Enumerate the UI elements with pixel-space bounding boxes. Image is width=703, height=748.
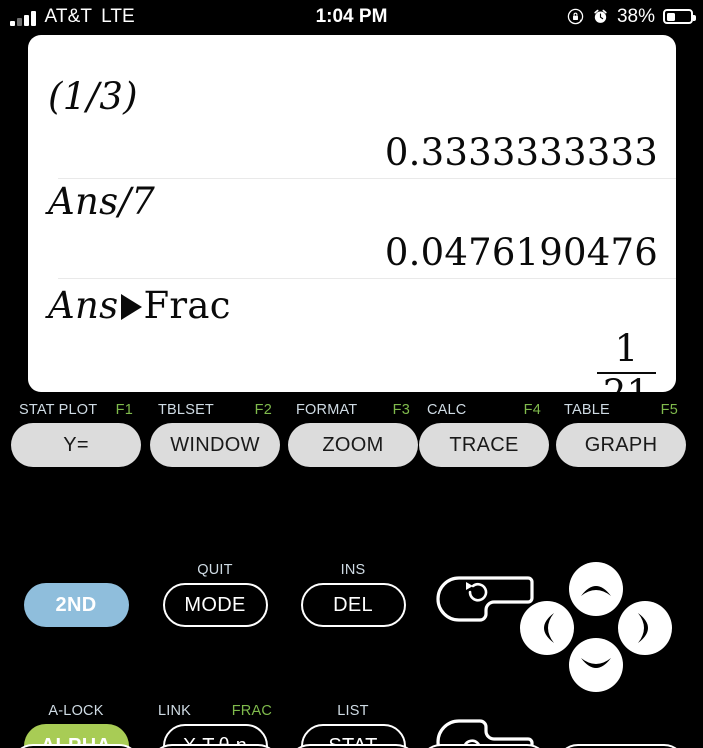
sublabel-row: LINK FRAC: [150, 701, 280, 720]
key-tan[interactable]: [419, 744, 549, 748]
keypad: STAT PLOT F1 Y= TBLSET F2 WINDOW FORMAT …: [0, 392, 703, 748]
arrow-right-icon: [638, 613, 648, 643]
key-mode[interactable]: MODE: [162, 583, 268, 627]
key-caret[interactable]: [556, 744, 686, 748]
alpha-label: FRAC: [231, 702, 272, 719]
key-group-del: INS DEL: [288, 560, 418, 627]
sublabel-row: QUIT: [150, 560, 280, 579]
second-label: LIST: [337, 702, 369, 719]
sublabel-row: TABLE F5: [556, 400, 686, 419]
second-label: A-LOCK: [48, 702, 104, 719]
alarm-clock-icon: [594, 9, 607, 23]
second-label: STAT PLOT: [19, 401, 98, 418]
display-entry-3-prefix: Ans: [48, 284, 119, 327]
display-result-2: 0.0476190476: [384, 231, 658, 274]
key-trace[interactable]: TRACE: [419, 423, 549, 467]
key-x-inverse[interactable]: [11, 744, 141, 748]
keypad-row-5-keys-cutoff: [0, 744, 703, 748]
direction-pad: [520, 562, 680, 692]
key-group-trace: CALC F4 TRACE: [419, 400, 549, 467]
key-group-second: 2ND: [11, 560, 141, 627]
second-label: QUIT: [197, 561, 233, 578]
sublabel-row: FORMAT F3: [288, 400, 418, 419]
key-group-stat: LIST STAT: [288, 701, 418, 748]
alpha-label: F3: [392, 401, 410, 418]
frac-arrow-icon: [121, 294, 143, 320]
status-bar: AT&T LTE 1:04 PM 38%: [0, 0, 703, 33]
arrow-up-icon: [581, 586, 611, 596]
display-separator: [58, 278, 676, 279]
battery-percent-label: 38%: [616, 6, 655, 27]
key-group-window: TBLSET F2 WINDOW: [150, 400, 280, 467]
calculator-app: AT&T LTE 1:04 PM 38% (1/3) 0.3333333333 …: [0, 0, 703, 748]
key-group-alpha: A-LOCK ALPHA: [11, 701, 141, 748]
key-arrow-right[interactable]: [618, 601, 672, 655]
key-arrow-up[interactable]: [569, 562, 623, 616]
key-cos[interactable]: [288, 744, 418, 748]
key-arrow-down[interactable]: [569, 638, 623, 692]
alpha-label: F2: [254, 401, 272, 418]
alpha-label: F1: [115, 401, 133, 418]
display-separator: [58, 178, 676, 179]
key-group-y-equals: STAT PLOT F1 Y=: [11, 400, 141, 467]
key-arrow-left[interactable]: [520, 601, 574, 655]
second-label: FORMAT: [296, 401, 358, 418]
sublabel-row: LIST: [288, 701, 418, 720]
status-bar-right: 38%: [567, 6, 696, 27]
alpha-label: F5: [660, 401, 678, 418]
key-y-equals[interactable]: Y=: [11, 423, 141, 467]
arrow-left-icon: [544, 613, 554, 643]
keypad-row-2: 2ND QUIT MODE INS DEL: [0, 560, 703, 692]
alpha-label: F4: [523, 401, 541, 418]
fraction-numerator: 1: [614, 327, 639, 370]
sublabel-row: A-LOCK: [11, 701, 141, 720]
second-label: TABLE: [564, 401, 610, 418]
display-entry-1: (1/3): [48, 75, 138, 118]
calculator-display[interactable]: (1/3) 0.3333333333 Ans/7 0.0476190476 An…: [28, 35, 676, 392]
key-group-zoom: FORMAT F3 ZOOM: [288, 400, 418, 467]
key-sin[interactable]: [150, 744, 280, 748]
keypad-row-1: STAT PLOT F1 Y= TBLSET F2 WINDOW FORMAT …: [0, 400, 703, 470]
sublabel-row: INS: [288, 560, 418, 579]
battery-icon: [663, 9, 696, 24]
second-label: INS: [340, 561, 366, 578]
key-group-variable: LINK FRAC X,T,θ,n: [150, 701, 280, 748]
rotation-lock-icon: [567, 8, 584, 25]
display-result-3-fraction: 1 21: [596, 327, 656, 392]
key-del[interactable]: DEL: [300, 583, 406, 627]
key-group-mode: QUIT MODE: [150, 560, 280, 627]
key-second[interactable]: 2ND: [23, 583, 129, 627]
arrow-down-icon: [581, 658, 611, 668]
key-graph[interactable]: GRAPH: [556, 423, 686, 467]
fraction-denominator: 21: [597, 374, 656, 392]
display-result-1: 0.3333333333: [384, 131, 658, 174]
keypad-row-3: A-LOCK ALPHA LINK FRAC X,T,θ,n LIST STAT: [0, 701, 703, 748]
second-label: LINK: [158, 702, 192, 719]
display-entry-3-suffix: Frac: [143, 284, 231, 327]
sublabel-row: [11, 560, 141, 579]
sublabel-row: CALC F4: [419, 400, 549, 419]
sublabel-row: STAT PLOT F1: [11, 400, 141, 419]
key-window[interactable]: WINDOW: [150, 423, 280, 467]
display-entry-2: Ans/7: [48, 180, 156, 223]
key-group-graph: TABLE F5 GRAPH: [556, 400, 686, 467]
display-entry-3: Ans Frac: [48, 284, 231, 327]
key-zoom[interactable]: ZOOM: [288, 423, 418, 467]
second-label: TBLSET: [158, 401, 214, 418]
second-label: CALC: [427, 401, 467, 418]
sublabel-row: TBLSET F2: [150, 400, 280, 419]
